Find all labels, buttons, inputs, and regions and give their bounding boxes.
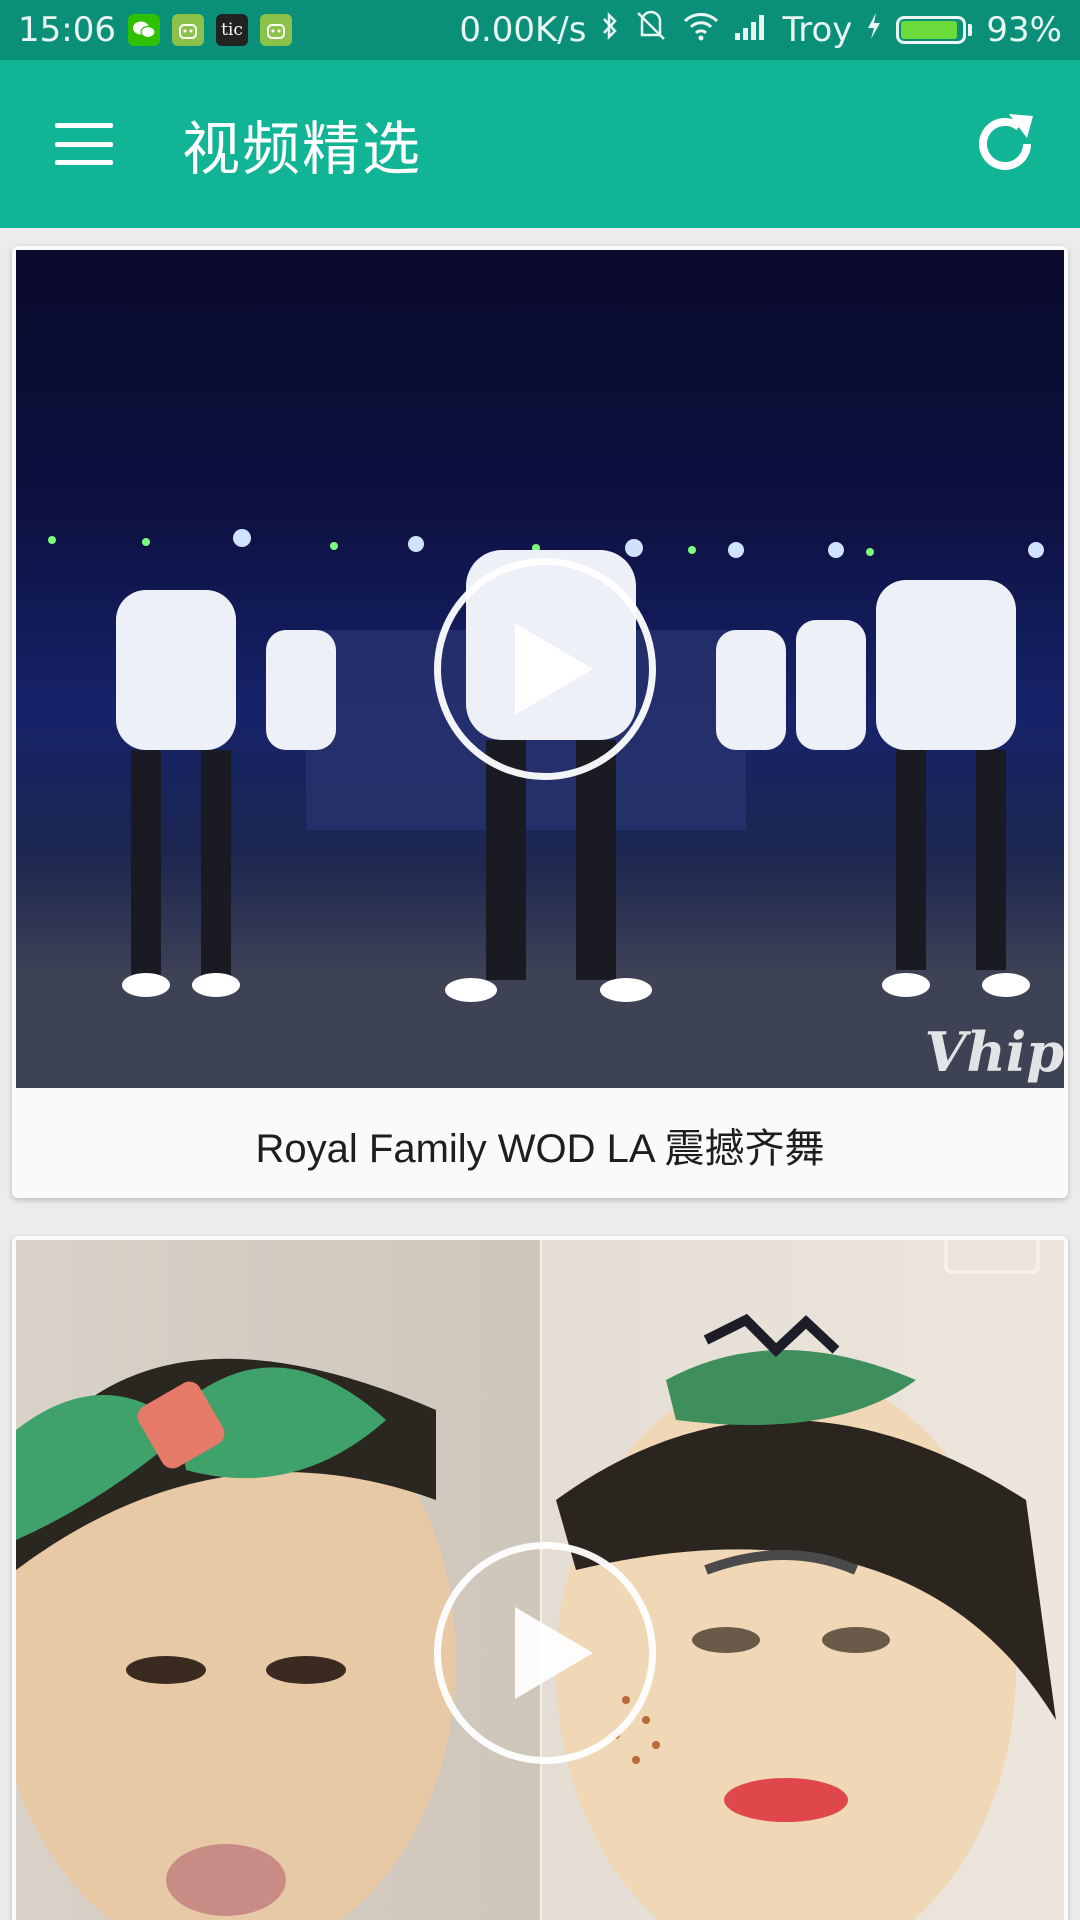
video-card[interactable] bbox=[12, 1236, 1068, 1920]
page-title: 视频精选 bbox=[182, 115, 423, 183]
play-button[interactable] bbox=[434, 1542, 656, 1764]
watermark: Vhip bbox=[924, 1020, 1064, 1084]
network-speed: 0.00K/s bbox=[459, 10, 587, 50]
video-thumbnail[interactable] bbox=[16, 1240, 1064, 1920]
signal-icon bbox=[734, 10, 768, 50]
carrier-name: Troy bbox=[782, 10, 853, 50]
menu-button[interactable] bbox=[24, 60, 144, 228]
video-card[interactable]: Vhip Royal Family WOD LA 震撼齐舞 bbox=[12, 246, 1068, 1198]
vibrate-off-icon bbox=[634, 9, 668, 52]
wechat-icon bbox=[127, 14, 160, 46]
android-icon bbox=[259, 14, 292, 46]
refresh-icon bbox=[979, 114, 1033, 170]
charging-icon bbox=[866, 10, 882, 50]
refresh-button[interactable] bbox=[960, 99, 1050, 189]
wifi-icon bbox=[682, 10, 720, 50]
battery-level-fill bbox=[901, 21, 958, 39]
video-thumbnail[interactable]: Vhip bbox=[16, 250, 1064, 1088]
bluetooth-icon bbox=[600, 10, 620, 51]
play-icon bbox=[515, 1607, 593, 1699]
battery-icon bbox=[896, 16, 973, 44]
android-icon bbox=[171, 14, 204, 46]
play-button[interactable] bbox=[434, 558, 656, 780]
app-bar: 视频精选 bbox=[0, 60, 1080, 228]
clock: 15:06 bbox=[18, 10, 116, 50]
corner-badge bbox=[944, 1240, 1040, 1274]
hamburger-menu-icon bbox=[55, 123, 113, 165]
status-bar: 15:06 tic 0.00K/s Troy 93% bbox=[0, 0, 1080, 60]
video-feed[interactable]: Vhip Royal Family WOD LA 震撼齐舞 bbox=[0, 228, 1080, 1920]
tic-icon: tic bbox=[215, 14, 248, 46]
battery-percent: 93% bbox=[986, 10, 1062, 50]
play-icon bbox=[515, 623, 593, 715]
video-title[interactable]: Royal Family WOD LA 震撼齐舞 bbox=[12, 1092, 1068, 1198]
